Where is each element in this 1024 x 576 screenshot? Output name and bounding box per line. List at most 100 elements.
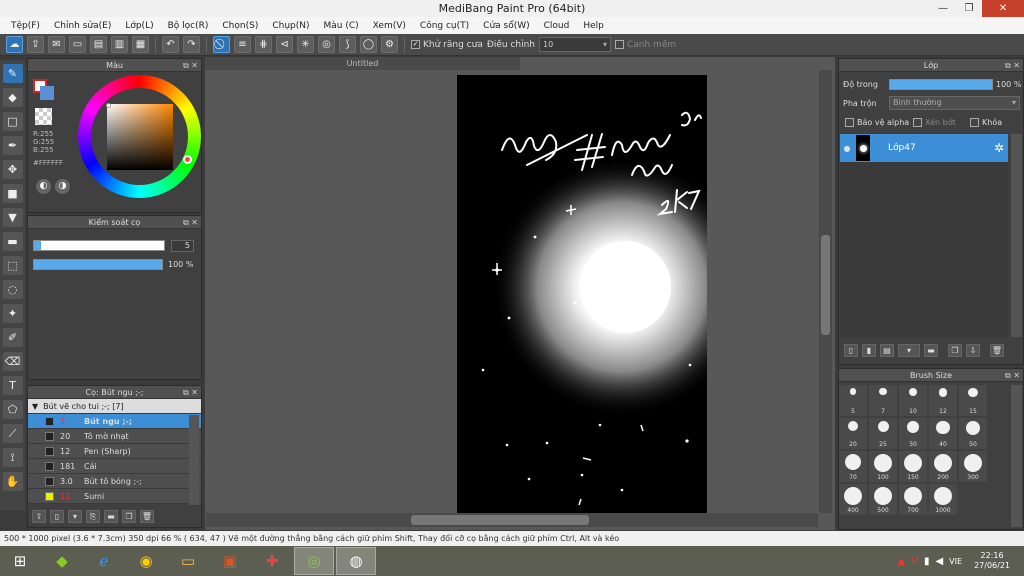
cloud-icon[interactable]: ☁ bbox=[6, 36, 23, 53]
divide-tool-icon[interactable]: ⟋ bbox=[2, 424, 23, 443]
brush-size-option[interactable]: 200 bbox=[929, 451, 957, 482]
clipping-checkbox[interactable]: Xén bớt bbox=[913, 118, 956, 127]
brush-size-option[interactable]: 300 bbox=[959, 451, 987, 482]
panel-close-icon[interactable]: ⧉ ✕ bbox=[1005, 59, 1020, 72]
move-tool-icon[interactable]: ✥ bbox=[2, 160, 23, 179]
minimize-icon[interactable]: — bbox=[930, 0, 956, 17]
layer-row[interactable]: ● Lớp47 ✲ bbox=[840, 134, 1008, 162]
brush-item[interactable]: 5 Bút ngu ;-; ✲ bbox=[28, 414, 201, 429]
snap-settings-icon[interactable]: ⚙ bbox=[381, 36, 398, 53]
blend-mode-dropdown[interactable]: Bình thường ▾ bbox=[889, 96, 1020, 110]
hue-picker-handle[interactable] bbox=[183, 155, 192, 164]
menu-view[interactable]: Xem(V) bbox=[366, 21, 413, 31]
background-swatch[interactable] bbox=[40, 86, 54, 100]
menu-file[interactable]: Tệp(F) bbox=[4, 21, 47, 31]
artboard[interactable] bbox=[457, 75, 707, 515]
new-layer-icon[interactable]: ▯ bbox=[844, 344, 858, 357]
clock[interactable]: 22:16 27/06/21 bbox=[974, 551, 1010, 571]
pen-tool-icon[interactable]: ✒ bbox=[2, 136, 23, 155]
rect-fill-icon[interactable]: ■ bbox=[2, 184, 23, 203]
brush-item[interactable]: 12 Sumi bbox=[28, 489, 201, 504]
select-rect-icon[interactable]: ⬚ bbox=[2, 256, 23, 275]
brush-size-slider[interactable] bbox=[33, 240, 165, 251]
palette-add-icon[interactable]: ◑ bbox=[55, 179, 70, 194]
brush-item[interactable]: 12 Pen (Sharp) bbox=[28, 444, 201, 459]
layer-settings-icon[interactable]: ✲ bbox=[994, 141, 1004, 155]
restore-icon[interactable]: ❐ bbox=[956, 0, 982, 17]
brush-size-option[interactable]: 400 bbox=[839, 484, 867, 515]
menu-help[interactable]: Help bbox=[576, 21, 611, 31]
brush-size-option[interactable]: 5 bbox=[839, 385, 867, 416]
internet-explorer-icon[interactable]: ℯ bbox=[84, 547, 124, 575]
page-icon[interactable]: ▤ bbox=[90, 36, 107, 53]
new-halftone-layer-icon[interactable]: ▮ bbox=[862, 344, 876, 357]
bucket-tool-icon[interactable]: ▼ bbox=[2, 208, 23, 227]
dot-tool-icon[interactable]: □ bbox=[2, 112, 23, 131]
document-tab[interactable]: Untitled bbox=[205, 57, 520, 70]
brush-size-value[interactable]: 5 bbox=[171, 240, 194, 252]
network-icon[interactable]: ▮ bbox=[924, 556, 930, 567]
brush-size-option[interactable]: 10 bbox=[899, 385, 927, 416]
horizontal-scrollbar[interactable] bbox=[206, 513, 818, 527]
brush-item[interactable]: 181 Cái bbox=[28, 459, 201, 474]
adjust-dropdown[interactable]: 10 bbox=[538, 37, 611, 52]
volume-icon[interactable]: ◀ bbox=[935, 556, 943, 567]
brush-size-option[interactable]: 70 bbox=[839, 451, 867, 482]
brush-size-option[interactable]: 150 bbox=[899, 451, 927, 482]
duplicate-layer-icon[interactable]: ❐ bbox=[948, 344, 962, 357]
app-green-icon[interactable]: ◎ bbox=[294, 547, 334, 575]
lock-checkbox[interactable]: Khóa bbox=[970, 118, 1002, 127]
eyedropper-tool-icon[interactable]: ⟟ bbox=[2, 448, 23, 467]
select-pen-icon[interactable]: ✐ bbox=[2, 328, 23, 347]
chrome-icon[interactable]: ◉ bbox=[126, 547, 166, 575]
file-explorer-icon[interactable]: ▭ bbox=[168, 547, 208, 575]
brush-size-option[interactable]: 1000 bbox=[929, 484, 957, 515]
vanishing-snap-icon[interactable]: ⊲ bbox=[276, 36, 293, 53]
close-icon[interactable]: ✕ bbox=[982, 0, 1024, 17]
trash-icon[interactable]: 🗑 bbox=[140, 510, 154, 523]
transparent-swatch[interactable] bbox=[35, 108, 52, 125]
panel-close-icon[interactable]: ⧉ ✕ bbox=[183, 59, 198, 72]
edge-checkbox[interactable]: Canh mềm bbox=[614, 39, 676, 50]
brush-size-option[interactable]: 25 bbox=[869, 418, 897, 449]
brush-opacity-slider[interactable] bbox=[33, 259, 163, 270]
menu-cloud[interactable]: Cloud bbox=[537, 21, 577, 31]
folder-icon[interactable]: ▬ bbox=[924, 344, 938, 357]
brush-size-option[interactable]: 40 bbox=[929, 418, 957, 449]
brush-item[interactable]: 3.0 Bút tô bóng ;-; bbox=[28, 474, 201, 489]
duplicate-icon[interactable]: ❐ bbox=[122, 510, 136, 523]
menu-snap[interactable]: Chụp(N) bbox=[265, 21, 316, 31]
brush-size-option[interactable]: 500 bbox=[869, 484, 897, 515]
brush-size-option[interactable]: 50 bbox=[959, 418, 987, 449]
eraser-tool-icon[interactable]: ◆ bbox=[2, 88, 23, 107]
app-icon[interactable]: ✚ bbox=[252, 547, 292, 575]
vlc-tray-icon[interactable]: V bbox=[911, 556, 918, 567]
protect-alpha-checkbox[interactable]: Bảo vệ alpha bbox=[845, 118, 909, 127]
menu-layer[interactable]: Lớp(L) bbox=[118, 21, 160, 31]
tray-icon[interactable]: ▲ bbox=[897, 556, 905, 567]
ellipse-snap-icon[interactable]: ◯ bbox=[360, 36, 377, 53]
brush-size-option[interactable]: 100 bbox=[869, 451, 897, 482]
lasso-tool-icon[interactable]: ◌ bbox=[2, 280, 23, 299]
brush-size-option[interactable]: 7 bbox=[869, 385, 897, 416]
circle-snap-icon[interactable]: ◎ bbox=[318, 36, 335, 53]
powerpoint-icon[interactable]: ▣ bbox=[210, 547, 250, 575]
antialias-checkbox[interactable]: ✓ Khử răng cưa bbox=[411, 39, 483, 50]
add-layer-menu-icon[interactable]: ▾ bbox=[898, 344, 920, 357]
menu-edit[interactable]: Chỉnh sửa(E) bbox=[47, 21, 118, 31]
panel-close-icon[interactable]: ⧉ ✕ bbox=[1005, 369, 1020, 382]
chat-icon[interactable]: ▭ bbox=[69, 36, 86, 53]
menu-color[interactable]: Màu (C) bbox=[317, 21, 366, 31]
brush-size-option[interactable]: 12 bbox=[929, 385, 957, 416]
brush-size-scrollbar[interactable] bbox=[1011, 385, 1022, 527]
brush-tool-icon[interactable]: ✎ bbox=[2, 64, 23, 83]
layer-opacity-slider[interactable] bbox=[889, 79, 993, 90]
brush-group[interactable]: ▼ Bút vẽ cho tui ;-; [7] bbox=[28, 399, 201, 414]
menu-window[interactable]: Cửa sổ(W) bbox=[476, 21, 536, 31]
text-tool-icon[interactable]: T bbox=[2, 376, 23, 395]
horizontal-scroll-thumb[interactable] bbox=[411, 515, 589, 525]
brush-size-option[interactable]: 15 bbox=[959, 385, 987, 416]
hand-tool-icon[interactable]: ✋ bbox=[2, 472, 23, 491]
merge-layer-icon[interactable]: ⇩ bbox=[966, 344, 980, 357]
add-brush-icon[interactable]: ⇧ bbox=[32, 510, 46, 523]
